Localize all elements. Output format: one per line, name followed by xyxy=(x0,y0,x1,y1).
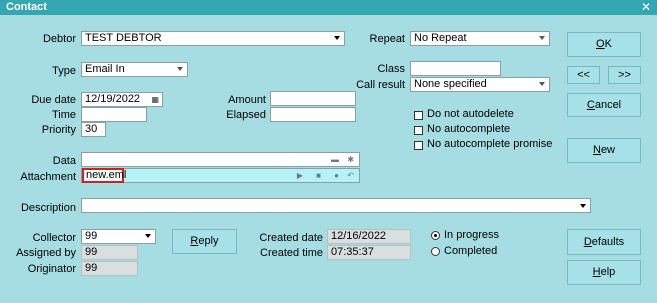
cancel-mnemonic: C xyxy=(586,99,595,111)
debtor-select[interactable]: TEST DEBTOR xyxy=(81,31,345,46)
time-input[interactable] xyxy=(81,107,147,122)
originator-label: Originator xyxy=(27,263,76,275)
created-time-field: 07:35:37 xyxy=(327,245,411,260)
help-mnemonic: H xyxy=(592,266,601,278)
repeat-select[interactable]: No Repeat xyxy=(410,31,550,46)
previous-button[interactable]: << xyxy=(567,66,600,84)
attachment-label: Attachment xyxy=(20,171,76,183)
chevron-down-icon xyxy=(145,234,151,238)
assigned-by-field: 99 xyxy=(81,245,138,260)
previous-label: << xyxy=(577,69,590,81)
originator-value: 99 xyxy=(85,262,98,274)
amount-label: Amount xyxy=(228,94,266,106)
new-mnemonic: N xyxy=(592,144,601,156)
call-result-select[interactable]: None specified xyxy=(410,77,550,92)
new-button[interactable]: New xyxy=(567,138,641,163)
chevron-down-icon xyxy=(580,204,586,208)
priority-value: 30 xyxy=(85,123,98,135)
created-time-label: Created time xyxy=(260,247,323,259)
debtor-label: Debtor xyxy=(42,33,76,45)
time-label: Time xyxy=(51,109,76,121)
undo-icon[interactable]: ↶ xyxy=(347,169,354,182)
cancel-label: ancel xyxy=(594,99,622,111)
amount-input[interactable] xyxy=(270,91,356,106)
ok-label: K xyxy=(604,38,612,50)
help-button[interactable]: Help xyxy=(567,260,641,285)
created-date-value: 12/16/2022 xyxy=(331,230,387,242)
reply-button[interactable]: Reply xyxy=(172,229,237,254)
data-input[interactable]: ▬ ✱ xyxy=(81,152,360,167)
class-input[interactable] xyxy=(410,61,501,76)
window-title: Contact xyxy=(6,1,47,13)
help-label: elp xyxy=(600,266,616,278)
call-result-label: Call result xyxy=(356,79,405,91)
chevron-down-icon xyxy=(539,82,545,86)
chevron-down-icon xyxy=(334,36,340,40)
ok-button[interactable]: OK xyxy=(567,32,641,57)
data-label: Data xyxy=(52,155,76,167)
description-select[interactable] xyxy=(81,198,591,213)
chevron-down-icon xyxy=(539,36,545,40)
new-label: ew xyxy=(600,144,615,156)
elapsed-input[interactable] xyxy=(270,107,356,122)
completed-radio[interactable] xyxy=(431,247,440,256)
cancel-button[interactable]: Cancel xyxy=(567,93,641,117)
originator-field: 99 xyxy=(81,261,138,276)
created-date-field: 12/16/2022 xyxy=(327,229,411,244)
in-progress-label: In progress xyxy=(444,229,500,241)
ok-mnemonic: O xyxy=(596,38,605,50)
title-bar: Contact ✕ xyxy=(0,0,657,15)
no-autocomplete-promise-label: No autocomplete promise xyxy=(427,138,553,150)
attachment-filename[interactable]: new.eml xyxy=(82,168,127,183)
elapsed-label: Elapsed xyxy=(226,109,266,121)
assigned-by-value: 99 xyxy=(85,246,98,258)
gear-icon[interactable]: ✱ xyxy=(347,153,354,166)
no-autodelete-label: Do not autodelete xyxy=(427,108,514,120)
attachment-filename-text: new.eml xyxy=(86,169,127,181)
collector-label: Collector xyxy=(32,232,76,244)
next-button[interactable]: >> xyxy=(608,66,641,84)
play-icon[interactable]: ▶ xyxy=(297,169,303,182)
type-label: Type xyxy=(52,65,76,77)
assigned-by-label: Assigned by xyxy=(16,247,76,259)
no-autodelete-checkbox[interactable] xyxy=(414,111,423,120)
contact-window: Contact ✕ Debtor TEST DEBTOR Repeat No R… xyxy=(0,0,657,303)
class-label: Class xyxy=(377,63,405,75)
repeat-label: Repeat xyxy=(369,33,405,45)
close-icon[interactable]: ✕ xyxy=(641,0,651,15)
stop-icon[interactable]: ■ xyxy=(316,169,321,182)
debtor-value: TEST DEBTOR xyxy=(85,32,162,44)
collector-select[interactable]: 99 xyxy=(81,229,156,244)
created-date-label: Created date xyxy=(259,232,323,244)
due-date-value: 12/19/2022 xyxy=(85,93,141,105)
folder-icon[interactable]: ▬ xyxy=(331,153,339,166)
next-label: >> xyxy=(618,69,631,81)
defaults-mnemonic: D xyxy=(583,236,592,248)
calendar-icon[interactable]: ▦ xyxy=(151,93,159,106)
due-date-label: Due date xyxy=(31,94,76,106)
created-time-value: 07:35:37 xyxy=(331,246,374,258)
due-date-input[interactable]: 12/19/2022 ▦ xyxy=(81,92,163,107)
priority-input[interactable]: 30 xyxy=(81,122,106,137)
defaults-button[interactable]: Defaults xyxy=(567,229,641,255)
chevron-down-icon xyxy=(177,67,183,71)
completed-label: Completed xyxy=(444,245,498,257)
in-progress-radio[interactable] xyxy=(431,231,440,240)
defaults-label: efaults xyxy=(591,236,625,248)
repeat-value: No Repeat xyxy=(414,32,467,44)
record-icon[interactable]: ● xyxy=(334,169,339,182)
call-result-value: None specified xyxy=(414,78,487,90)
no-autocomplete-checkbox[interactable] xyxy=(414,126,423,135)
collector-value: 99 xyxy=(85,230,98,242)
type-select[interactable]: Email In xyxy=(81,62,188,77)
priority-label: Priority xyxy=(41,124,76,136)
description-label: Description xyxy=(20,202,76,214)
reply-label: eply xyxy=(198,235,219,247)
no-autocomplete-promise-checkbox[interactable] xyxy=(414,141,423,150)
type-value: Email In xyxy=(85,63,125,75)
no-autocomplete-label: No autocomplete xyxy=(427,123,511,135)
